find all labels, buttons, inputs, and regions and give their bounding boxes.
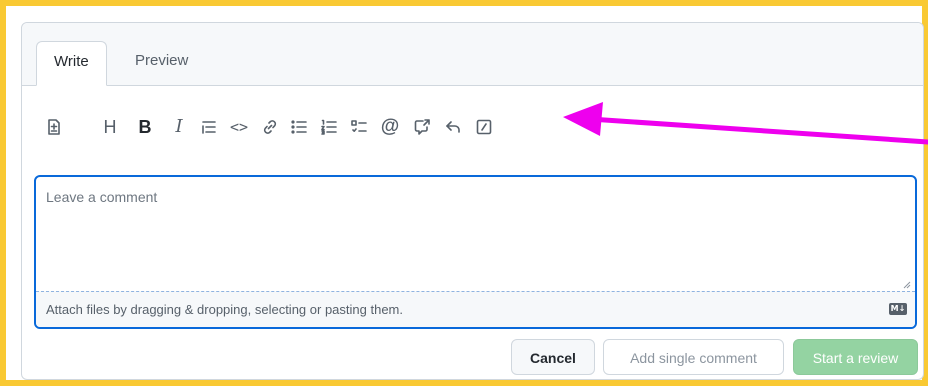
annotation-arrow-icon — [563, 102, 928, 145]
